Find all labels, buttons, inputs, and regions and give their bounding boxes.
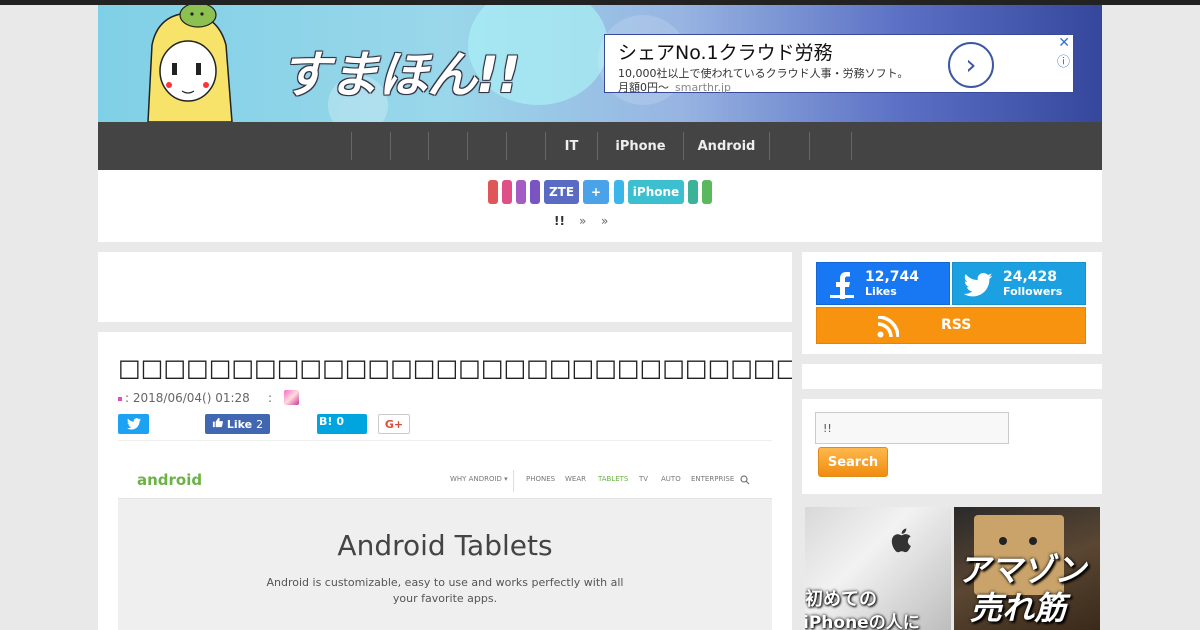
tag-item[interactable] — [516, 180, 526, 204]
image-subtext: Android is customizable, easy to use and… — [266, 576, 624, 605]
nav-item[interactable] — [506, 132, 545, 160]
ad-title[interactable]: シェアNo.1クラウド労務 — [618, 38, 833, 65]
image-nav-divider — [513, 470, 514, 492]
rss-label: RSS — [941, 317, 972, 333]
ad-price: 月額0円〜 smarthr.jp — [618, 79, 731, 95]
article: □□□□□□□□□□□□□□□□□□□□□□□□□□□□□□□□□□□□□□□□… — [98, 332, 792, 630]
twitter-label: Followers — [1003, 285, 1063, 298]
ad-banner[interactable]: シェアNo.1クラウド労務 10,000社以上で使われているクラウド人事・労務ソ… — [604, 34, 1074, 95]
hatena-bookmark-button[interactable]: B! 0 — [317, 414, 367, 434]
apple-logo-icon — [891, 528, 911, 553]
article-date: : 2018/06/04() 01:28 — [118, 391, 250, 405]
box-mascot-eye — [999, 537, 1007, 545]
image-nav-link: TV — [639, 475, 649, 483]
android-logo: android — [137, 471, 203, 489]
twitter-icon — [963, 273, 993, 297]
tag-iphone[interactable]: iPhone — [628, 180, 684, 204]
facebook-like-button[interactable]: Like 2 — [205, 414, 270, 434]
image-heading: Android Tablets — [337, 529, 553, 562]
tag-item[interactable] — [488, 180, 498, 204]
breadcrumb-home[interactable]: !! — [554, 214, 565, 228]
site-logo[interactable]: すまほん!! — [280, 35, 521, 107]
date-marker — [118, 396, 122, 401]
avatar[interactable] — [284, 390, 299, 405]
hatena-icon: B! — [319, 414, 333, 428]
image-nav-link: TABLETS — [598, 475, 629, 483]
article-title: □□□□□□□□□□□□□□□□□□□□□□□□□□□□□□□□□□□□□□□□… — [118, 354, 792, 382]
article-date-text: : 2018/06/04() 01:28 — [125, 391, 250, 405]
twitter-share-button[interactable] — [118, 414, 149, 434]
search-button[interactable]: Search — [818, 447, 888, 477]
nav-item[interactable] — [769, 132, 809, 160]
box-mascot-eye — [1029, 537, 1037, 545]
facebook-count: 12,744 — [865, 269, 920, 285]
nav-item[interactable] — [809, 132, 852, 160]
image-nav-link: WEAR — [565, 475, 586, 483]
ad-domain: smarthr.jp — [675, 81, 732, 94]
nav-item-iphone[interactable]: iPhone — [597, 132, 683, 160]
nav-item[interactable] — [467, 132, 506, 160]
image-nav-link: WHY ANDROID ▾ — [450, 475, 508, 483]
info-icon[interactable]: ⓘ — [1057, 51, 1070, 70]
main-nav: IT iPhone Android — [98, 122, 1102, 170]
ad-price-text: 月額0円〜 — [618, 81, 669, 94]
facebook-follow-button[interactable]: 12,744 Likes — [816, 262, 950, 305]
tag-zte[interactable]: ZTE — [544, 180, 579, 204]
tag-item[interactable] — [530, 180, 540, 204]
nav-item[interactable] — [428, 132, 467, 160]
rss-icon — [877, 316, 899, 338]
tag-item[interactable] — [702, 180, 712, 204]
facebook-icon — [830, 272, 854, 299]
breadcrumb-separator: » — [601, 214, 609, 228]
sidebar-widget — [802, 364, 1102, 389]
image-nav-link: PHONES — [526, 475, 556, 483]
ad-slot — [98, 252, 792, 322]
tag-item[interactable] — [502, 180, 512, 204]
nav-item-android[interactable]: Android — [683, 132, 769, 160]
twitter-count: 24,428 — [1003, 269, 1058, 285]
mascot-illustration — [147, 5, 233, 122]
thumbnail-caption: 売れ筋 — [970, 589, 1067, 627]
rss-button[interactable]: RSS — [816, 307, 1086, 344]
nav-item[interactable] — [351, 132, 390, 160]
sidebar-thumbnail[interactable]: 初めての iPhoneの人に — [805, 507, 951, 630]
site-header: すまほん!! シェアNo.1クラウド労務 10,000社以上で使われているクラウ… — [98, 5, 1102, 122]
thumbs-up-icon — [212, 417, 223, 431]
twitter-follow-button[interactable]: 24,428 Followers — [952, 262, 1086, 305]
chevron-right-icon[interactable]: › — [948, 42, 994, 88]
image-nav-link: ENTERPRISE — [691, 475, 735, 483]
facebook-like-count: 2 — [256, 417, 264, 431]
facebook-label: Likes — [865, 285, 897, 298]
google-plus-icon: G+ — [384, 417, 404, 431]
nav-item-it[interactable]: IT — [545, 132, 597, 160]
image-nav-link: AUTO — [661, 475, 681, 483]
facebook-like-label: Like — [226, 417, 253, 431]
sidebar-thumbnail[interactable]: アマゾン 売れ筋 — [954, 507, 1100, 630]
breadcrumb-separator: » — [579, 214, 587, 228]
search-input[interactable]: !! — [815, 412, 1009, 444]
author-separator: : — [268, 391, 273, 405]
image-nav: android WHY ANDROID ▾ PHONES WEAR TABLET… — [118, 462, 772, 499]
tag-plus[interactable]: + — [583, 180, 609, 204]
hatena-count: 0 — [336, 414, 345, 428]
google-plus-button[interactable]: G+ — [378, 414, 410, 434]
divider — [118, 440, 772, 441]
tag-bar: ZTE + iPhone !! » » — [98, 170, 1102, 242]
nav-item[interactable] — [390, 132, 428, 160]
thumbnail-caption: iPhoneの人に — [805, 613, 920, 630]
tag-item[interactable] — [614, 180, 624, 204]
close-icon[interactable]: ✕ — [1058, 35, 1070, 51]
twitter-icon — [126, 418, 141, 430]
social-box: 12,744 Likes 24,428 Followers RSS — [802, 252, 1102, 354]
search-widget: !! Search — [802, 399, 1102, 494]
article-image: android WHY ANDROID ▾ PHONES WEAR TABLET… — [118, 462, 772, 630]
tag-item[interactable] — [688, 180, 698, 204]
search-icon — [740, 475, 750, 485]
